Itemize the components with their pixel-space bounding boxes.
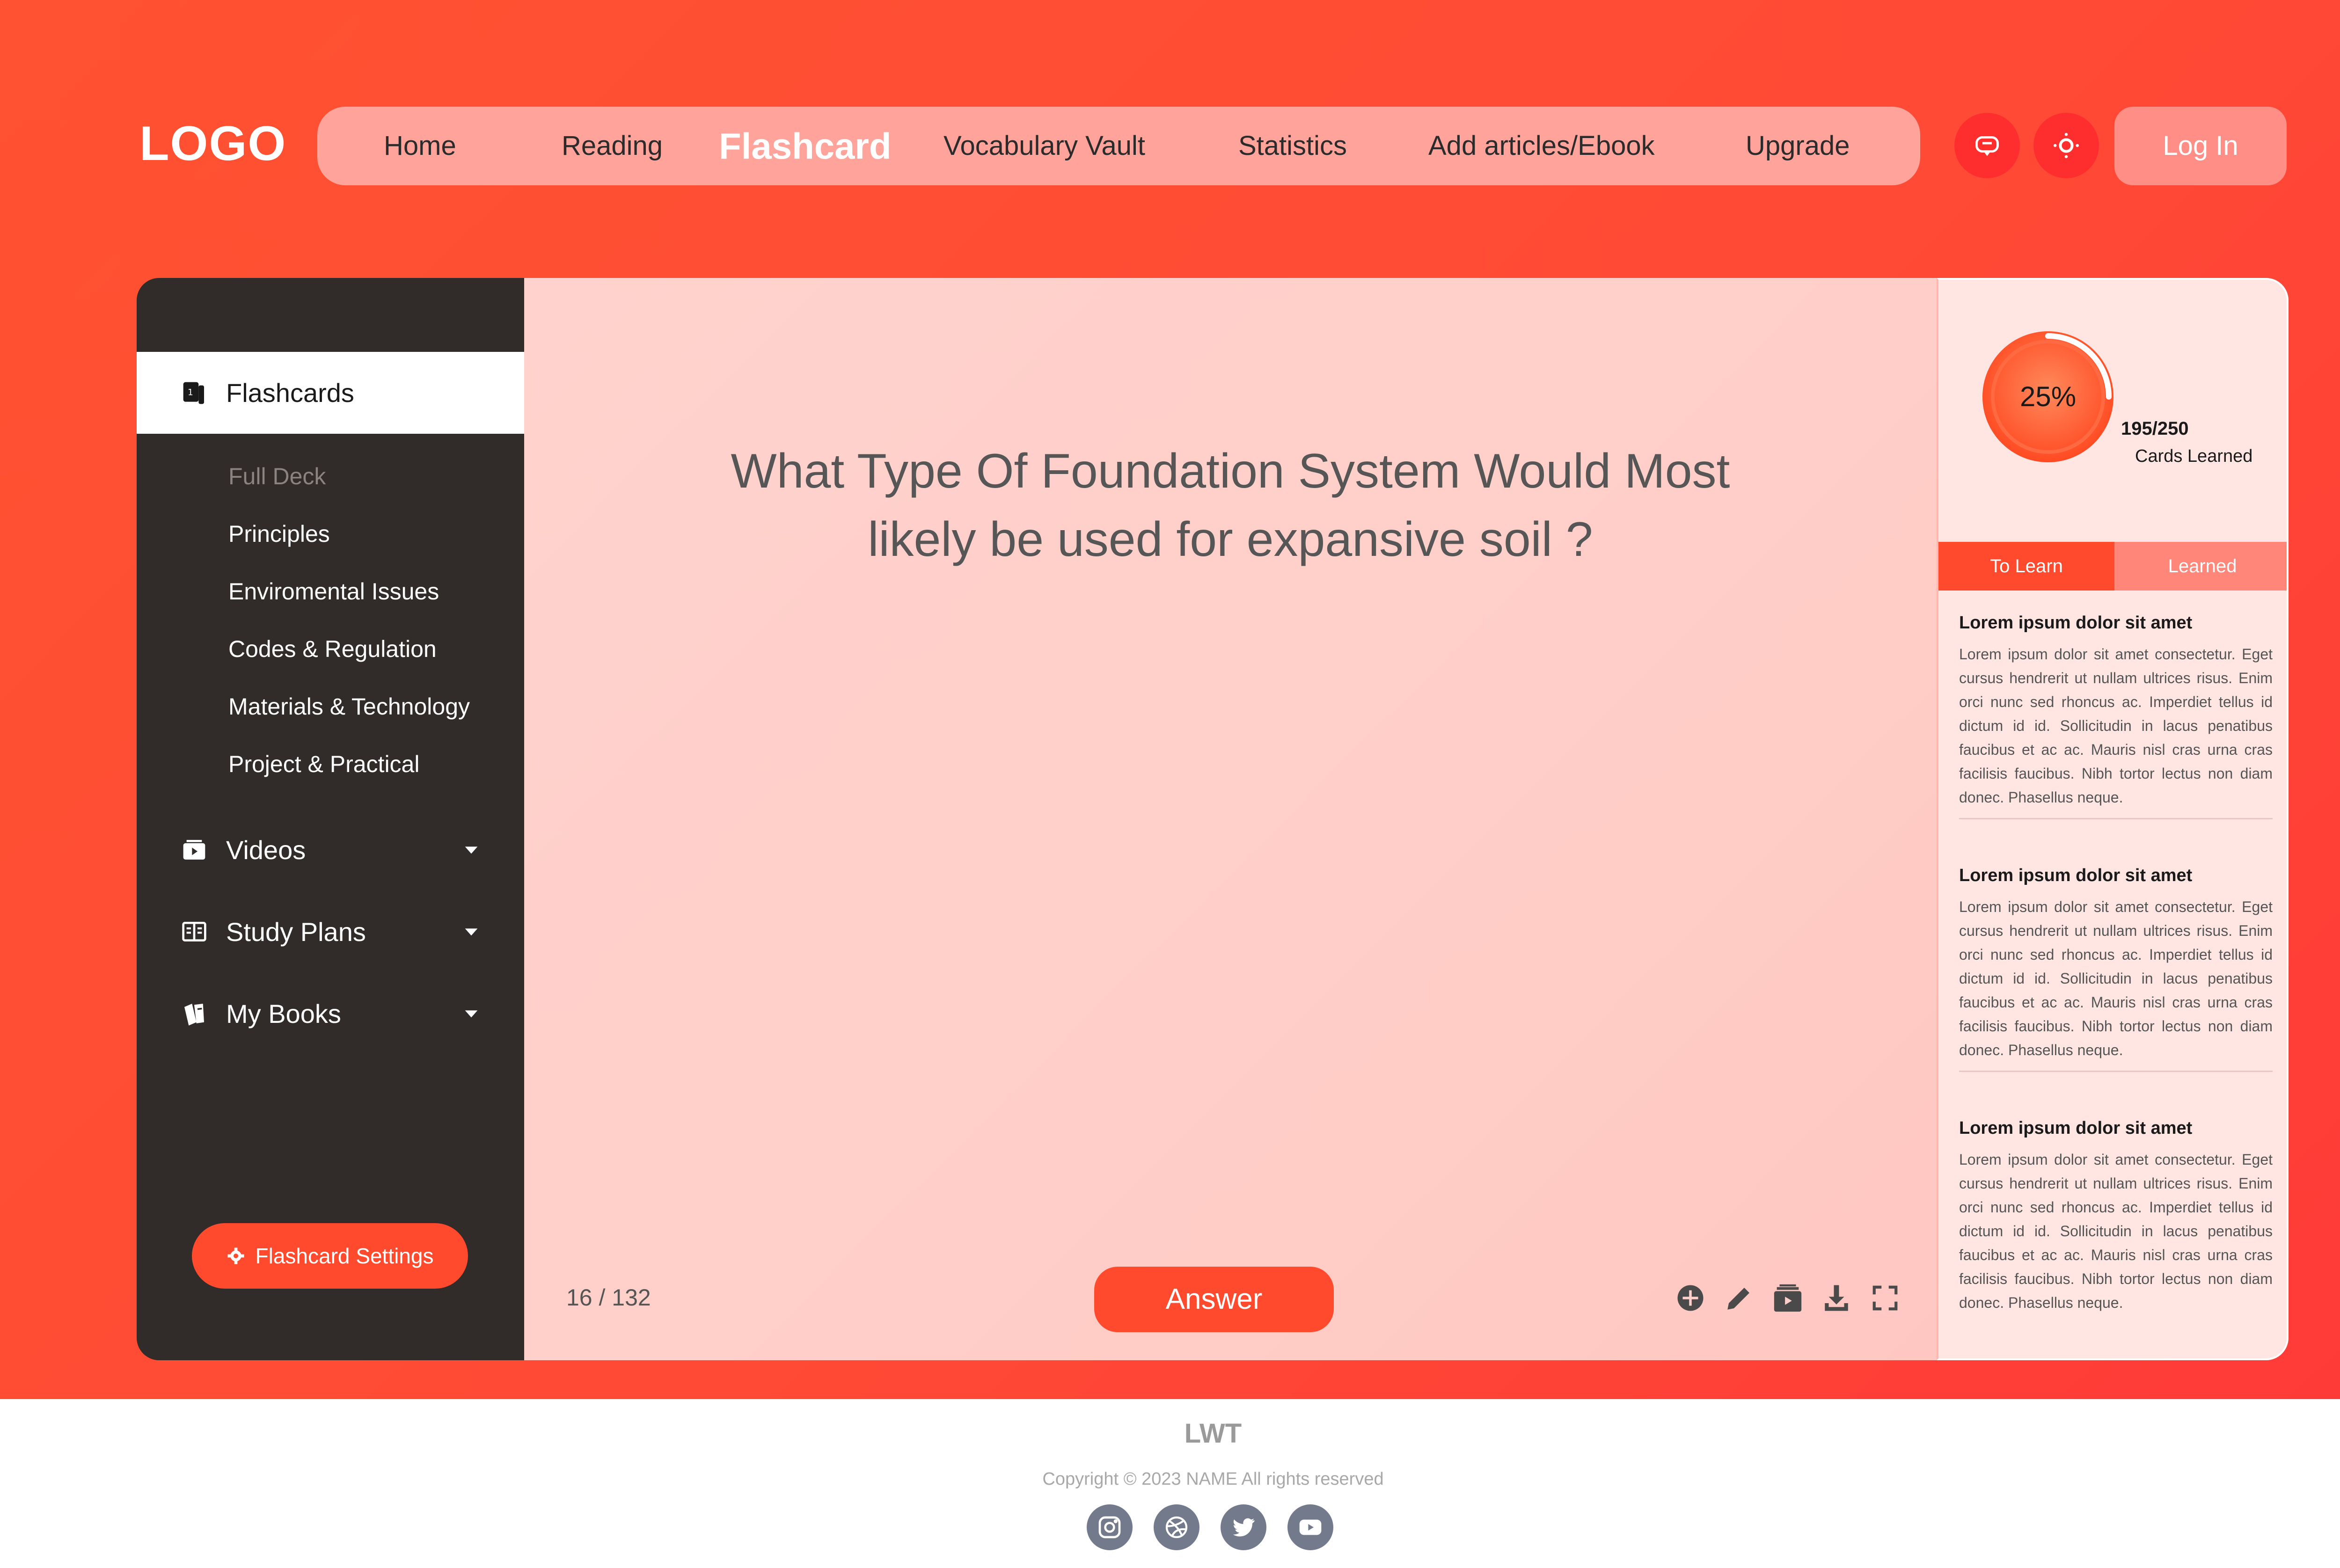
list-item-body: Lorem ipsum dolor sit amet consectetur. … bbox=[1959, 898, 2273, 1058]
progress-panel: 25% 195/250 Cards Learned To Learn Learn… bbox=[1937, 278, 2289, 1360]
top-nav: Home Reading Flashcard Vocabulary Vault … bbox=[317, 107, 1920, 185]
tab-to-learn[interactable]: To Learn bbox=[1938, 542, 2114, 591]
add-button[interactable] bbox=[1673, 1280, 1708, 1316]
fullscreen-button[interactable] bbox=[1867, 1280, 1903, 1316]
list-item[interactable]: Lorem ipsum dolor sit amet Lorem ipsum d… bbox=[1959, 613, 2273, 819]
download-icon bbox=[1825, 1285, 1848, 1311]
chat-button[interactable] bbox=[1954, 113, 2020, 178]
archive-icon bbox=[1774, 1284, 1802, 1312]
question-line-2: likely be used for expansive soil ? bbox=[868, 512, 1593, 567]
list-item-body: Lorem ipsum dolor sit amet consectetur. … bbox=[1959, 1151, 2273, 1311]
list-item-title: Lorem ipsum dolor sit amet bbox=[1959, 866, 2193, 885]
sidebar-subitem-principles[interactable]: Principles bbox=[228, 520, 330, 547]
archive-button[interactable] bbox=[1770, 1280, 1806, 1316]
progress-ring: 25% bbox=[1978, 327, 2118, 467]
list-item-title: Lorem ipsum dolor sit amet bbox=[1959, 1118, 2193, 1138]
question-line-1: What Type Of Foundation System Would Mos… bbox=[731, 444, 1730, 498]
video-icon bbox=[183, 840, 205, 860]
theme-button[interactable] bbox=[2033, 113, 2099, 178]
list-item-title: Lorem ipsum dolor sit amet bbox=[1959, 613, 2193, 633]
sidebar-subitem-project-practical[interactable]: Project & Practical bbox=[228, 751, 419, 778]
books-icon bbox=[184, 1004, 204, 1026]
youtube-icon bbox=[1299, 1519, 1322, 1535]
list-item[interactable]: Lorem ipsum dolor sit amet Lorem ipsum d… bbox=[1959, 866, 2273, 1072]
sidebar-item-label: Flashcards bbox=[226, 378, 354, 408]
sidebar: 1 Flashcards Full Deck Principles Enviro… bbox=[137, 278, 524, 1360]
divider bbox=[1959, 818, 2273, 819]
flashcards-icon: 1 bbox=[183, 382, 204, 404]
twitter-icon bbox=[1233, 1518, 1255, 1537]
sidebar-subitem-enviromental-issues[interactable]: Enviromental Issues bbox=[228, 578, 439, 605]
progress-percent: 25% bbox=[2019, 381, 2077, 412]
instagram-link[interactable] bbox=[1087, 1504, 1133, 1550]
learn-tabs: To Learn Learned bbox=[1938, 542, 2287, 591]
download-button[interactable] bbox=[1819, 1280, 1854, 1316]
twitter-link[interactable] bbox=[1221, 1504, 1266, 1550]
instagram-icon bbox=[1098, 1516, 1121, 1539]
nav-upgrade[interactable]: Upgrade bbox=[1746, 107, 1850, 185]
card-counter: 16 / 132 bbox=[566, 1284, 651, 1311]
gear-icon bbox=[227, 1247, 244, 1264]
sidebar-subitem-materials-technology[interactable]: Materials & Technology bbox=[228, 693, 470, 720]
logo[interactable]: LOGO bbox=[139, 116, 286, 172]
login-button[interactable]: Log In bbox=[2114, 107, 2287, 185]
chevron-down-icon bbox=[465, 846, 478, 854]
nav-vocabulary-vault[interactable]: Vocabulary Vault bbox=[943, 107, 1145, 185]
dribbble-icon bbox=[1165, 1516, 1188, 1539]
sidebar-group-my-books[interactable]: My Books bbox=[181, 988, 481, 1039]
footer-title: LWT bbox=[1184, 1418, 1242, 1449]
flashcard-question: What Type Of Foundation System Would Mos… bbox=[665, 437, 1796, 574]
flashcard: What Type Of Foundation System Would Mos… bbox=[524, 278, 1937, 1360]
nav-statistics[interactable]: Statistics bbox=[1238, 107, 1347, 185]
dribbble-link[interactable] bbox=[1154, 1504, 1199, 1550]
sidebar-group-study-plans[interactable]: Study Plans bbox=[181, 906, 481, 957]
cards-learned-count: 195/250 bbox=[2121, 418, 2189, 439]
nav-reading[interactable]: Reading bbox=[562, 107, 663, 185]
flashcard-settings-label: Flashcard Settings bbox=[255, 1244, 434, 1268]
sidebar-subitem-full-deck[interactable]: Full Deck bbox=[228, 463, 326, 490]
nav-add-articles[interactable]: Add articles/Ebook bbox=[1428, 107, 1655, 185]
edit-icon bbox=[1727, 1288, 1749, 1310]
sidebar-group-label: Study Plans bbox=[226, 917, 366, 947]
sidebar-group-label: My Books bbox=[226, 999, 341, 1028]
add-icon bbox=[1677, 1285, 1704, 1311]
answer-button[interactable]: Answer bbox=[1094, 1267, 1334, 1332]
divider bbox=[1959, 1071, 2273, 1072]
tab-learned[interactable]: Learned bbox=[2114, 542, 2287, 591]
sidebar-group-videos[interactable]: Videos bbox=[181, 824, 481, 875]
chevron-down-icon bbox=[465, 1010, 478, 1018]
list-item-body: Lorem ipsum dolor sit amet consectetur. … bbox=[1959, 646, 2273, 806]
study-plans-icon bbox=[182, 922, 206, 941]
list-item[interactable]: Lorem ipsum dolor sit amet Lorem ipsum d… bbox=[1959, 1118, 2273, 1315]
fullscreen-icon bbox=[1872, 1285, 1898, 1311]
sidebar-group-label: Videos bbox=[226, 835, 306, 865]
sun-icon bbox=[2054, 133, 2079, 158]
flashcard-settings-button[interactable]: Flashcard Settings bbox=[192, 1223, 468, 1289]
youtube-link[interactable] bbox=[1287, 1504, 1333, 1550]
sidebar-item-flashcards[interactable]: 1 Flashcards bbox=[137, 352, 524, 434]
chat-icon bbox=[1975, 136, 1999, 156]
sidebar-subitem-codes-regulation[interactable]: Codes & Regulation bbox=[228, 635, 437, 663]
svg-text:1: 1 bbox=[188, 387, 193, 397]
chevron-down-icon bbox=[465, 928, 478, 936]
cards-learned-label: Cards Learned bbox=[2135, 446, 2253, 466]
footer-copyright: Copyright © 2023 NAME All rights reserve… bbox=[1042, 1469, 1384, 1489]
nav-home[interactable]: Home bbox=[384, 107, 456, 185]
edit-button[interactable] bbox=[1721, 1280, 1757, 1316]
nav-flashcard[interactable]: Flashcard bbox=[719, 107, 891, 185]
